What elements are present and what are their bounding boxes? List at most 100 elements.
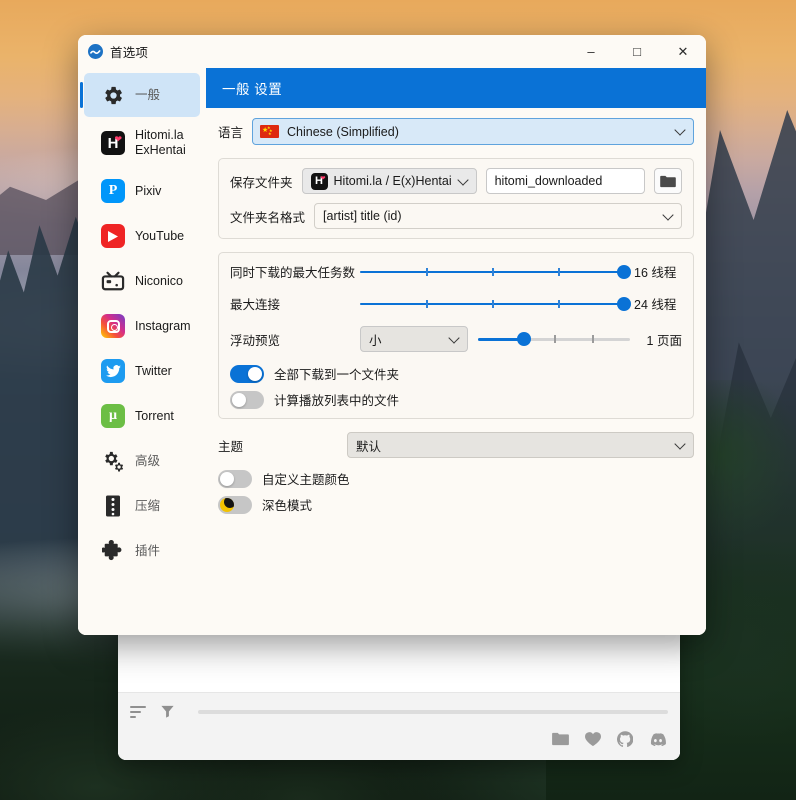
puzzle-plugin-icon (100, 538, 126, 564)
sidebar-item-label: 高级 (135, 454, 160, 469)
filter-icon[interactable] (160, 704, 178, 720)
archive-icon (100, 493, 126, 519)
folder-format-label: 文件夹名格式 (230, 207, 305, 226)
download-single-folder-label: 全部下载到一个文件夹 (274, 364, 399, 383)
slider-tick (592, 335, 594, 343)
maximize-button[interactable]: □ (614, 35, 660, 68)
sidebar-item-torrent[interactable]: µ Torrent (84, 394, 200, 438)
download-options-group: 同时下载的最大任务数 16 线程 (218, 252, 694, 419)
torrent-icon: µ (100, 403, 126, 429)
float-preview-size-value: 小 (369, 330, 382, 349)
folder-format-value: [artist] title (id) (323, 209, 402, 223)
float-preview-label: 浮动预览 (230, 330, 350, 349)
language-select[interactable]: ★★★★ Chinese (Simplified) (252, 118, 694, 145)
save-folder-source-select[interactable]: H❤ Hitomi.la / E(x)Hentai (302, 168, 477, 194)
sidebar-item-pixiv[interactable]: P Pixiv (84, 169, 200, 213)
instagram-icon (100, 313, 126, 339)
twitter-icon (100, 358, 126, 384)
sidebar-item-label: Torrent (135, 409, 174, 424)
niconico-icon (100, 268, 126, 294)
folder-format-select[interactable]: [artist] title (id) (314, 203, 682, 229)
save-folder-row: 保存文件夹 H❤ Hitomi.la / E(x)Hentai (230, 168, 682, 194)
sidebar-item-label: 插件 (135, 544, 160, 559)
slider-thumb[interactable] (617, 297, 631, 311)
sidebar-item-hitomi[interactable]: H❤ Hitomi.la ExHentai (84, 118, 200, 168)
count-playlist-files-toggle[interactable] (230, 391, 264, 409)
heart-icon[interactable] (585, 732, 601, 752)
github-icon[interactable] (617, 731, 633, 752)
dark-mode-toggle[interactable] (218, 496, 252, 514)
slider-tick (558, 268, 560, 276)
moon-icon (220, 498, 234, 512)
slider-tick (492, 268, 494, 276)
background-app-statusbar (118, 692, 680, 760)
window-controls: – □ ✕ (568, 35, 706, 68)
save-folder-label: 保存文件夹 (230, 172, 293, 191)
gear-icon (100, 82, 126, 108)
folder-icon[interactable] (552, 732, 569, 751)
dark-mode-label: 深色模式 (262, 495, 312, 514)
slider-thumb[interactable] (517, 332, 531, 346)
sidebar-item-advanced[interactable]: 高级 (84, 439, 200, 483)
max-tasks-number: 16 (634, 266, 648, 280)
download-single-folder-toggle[interactable] (230, 365, 264, 383)
count-playlist-files-label: 计算播放列表中的文件 (274, 390, 399, 409)
slider-tick (492, 300, 494, 308)
discord-icon[interactable] (649, 733, 666, 751)
theme-label: 主题 (218, 436, 338, 455)
custom-theme-color-label: 自定义主题颜色 (262, 469, 350, 488)
preferences-dialog[interactable]: 首选项 – □ ✕ 一般 (78, 35, 706, 635)
sidebar-item-label: Twitter (135, 364, 172, 379)
save-folder-path-input[interactable] (486, 168, 645, 194)
toggle-knob (248, 367, 262, 381)
sidebar-item-label: Instagram (135, 319, 191, 334)
download-progress-bar[interactable] (198, 710, 668, 714)
custom-theme-color-toggle[interactable] (218, 470, 252, 488)
dialog-titlebar[interactable]: 首选项 – □ ✕ (78, 35, 706, 68)
max-connections-value: 24 线程 (634, 294, 682, 313)
cn-flag-icon: ★★★★ (260, 125, 279, 138)
slider-thumb[interactable] (617, 265, 631, 279)
background-app-toolbar (130, 701, 668, 723)
toggle-knob (232, 393, 246, 407)
max-connections-label: 最大连接 (230, 294, 350, 313)
settings-sidebar: 一般 H❤ Hitomi.la ExHentai P Pixiv (78, 68, 206, 635)
sidebar-item-label: Pixiv (135, 184, 161, 199)
minimize-button[interactable]: – (568, 35, 614, 68)
dark-mode-row: 深色模式 (218, 495, 694, 514)
max-tasks-unit: 线程 (651, 266, 676, 280)
save-folder-group: 保存文件夹 H❤ Hitomi.la / E(x)Hentai (218, 158, 694, 239)
sidebar-item-plugin[interactable]: 插件 (84, 529, 200, 573)
float-preview-slider[interactable] (478, 331, 630, 347)
count-playlist-files-row: 计算播放列表中的文件 (230, 390, 682, 409)
language-select-value: Chinese (Simplified) (287, 125, 399, 139)
slider-tick (426, 300, 428, 308)
max-connections-row: 最大连接 24 线程 (230, 294, 682, 313)
close-button[interactable]: ✕ (660, 35, 706, 68)
sidebar-item-label: 一般 (135, 88, 160, 103)
max-tasks-row: 同时下载的最大任务数 16 线程 (230, 262, 682, 281)
download-single-folder-row: 全部下载到一个文件夹 (230, 364, 682, 383)
max-connections-slider[interactable] (360, 296, 624, 312)
sidebar-item-general[interactable]: 一般 (84, 73, 200, 117)
sidebar-item-twitter[interactable]: Twitter (84, 349, 200, 393)
max-connections-unit: 线程 (651, 298, 676, 312)
sidebar-item-label: 压缩 (135, 499, 160, 514)
settings-content: 一般 设置 语言 ★★★★ Chinese (Simplified) (206, 68, 706, 635)
theme-select-value: 默认 (356, 436, 381, 455)
float-preview-size-select[interactable]: 小 (360, 326, 468, 352)
slider-tick (426, 268, 428, 276)
theme-select[interactable]: 默认 (347, 432, 694, 458)
custom-theme-color-row: 自定义主题颜色 (218, 469, 694, 488)
sidebar-item-compress[interactable]: 压缩 (84, 484, 200, 528)
background-app-link-icons (552, 731, 666, 752)
slider-tick (558, 300, 560, 308)
pixiv-icon: P (100, 178, 126, 204)
sort-icon[interactable] (130, 704, 148, 720)
sidebar-item-youtube[interactable]: YouTube (84, 214, 200, 258)
max-tasks-slider[interactable] (360, 264, 624, 280)
sidebar-item-niconico[interactable]: Niconico (84, 259, 200, 303)
sidebar-item-instagram[interactable]: Instagram (84, 304, 200, 348)
language-label: 语言 (218, 122, 243, 141)
folder-icon[interactable] (654, 168, 682, 194)
